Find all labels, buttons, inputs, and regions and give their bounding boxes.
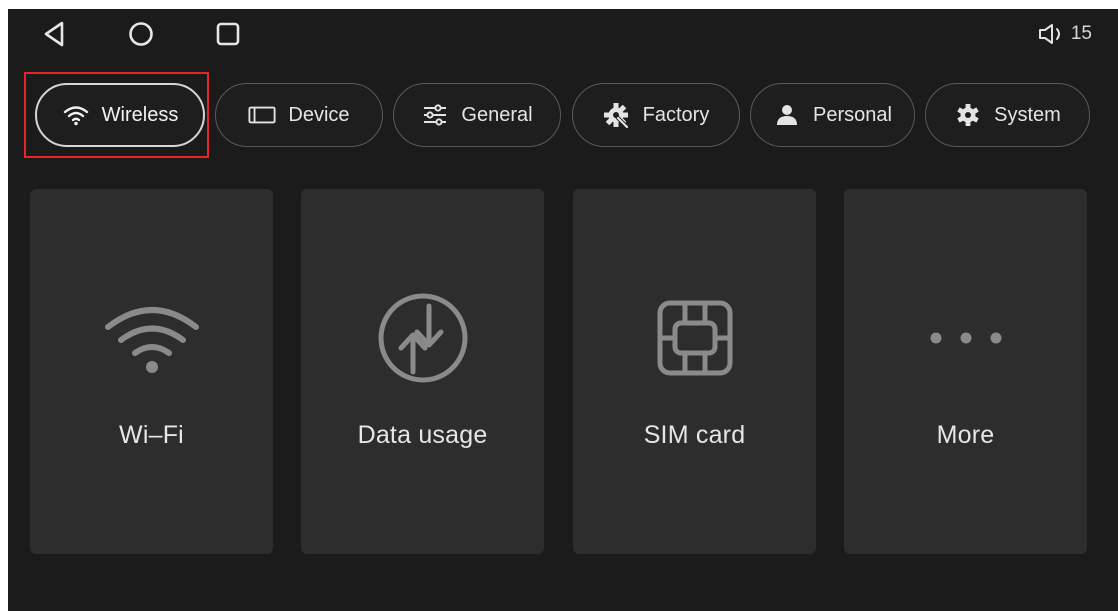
tile-label: More [936,421,995,449]
tab-label: System [994,103,1061,126]
tab-system[interactable]: System [925,83,1090,147]
tab-factory[interactable]: Factory [572,83,740,147]
device-icon [248,101,276,129]
tab-label: Wireless [101,103,179,126]
system-bar: 15 [8,9,1118,59]
recent-apps-button[interactable] [213,19,243,49]
tile-more[interactable]: More [844,189,1087,554]
tile-wifi[interactable]: Wi–Fi [30,189,273,554]
back-button[interactable] [40,19,70,49]
home-button[interactable] [126,19,156,49]
volume-level: 15 [1070,23,1092,44]
factory-icon [603,101,631,129]
tab-label: Personal [813,103,892,126]
tab-label: General [461,103,533,126]
gear-icon [954,101,982,129]
volume-indicator[interactable]: 15 [1037,21,1092,47]
tile-data-usage[interactable]: Data usage [301,189,544,554]
tile-label: SIM card [643,421,746,449]
tab-general[interactable]: General [393,83,561,147]
tab-personal[interactable]: Personal [750,83,915,147]
wifi-icon [30,293,273,383]
tile-label: Data usage [357,421,488,449]
home-circle-icon [129,22,153,46]
tile-label: Wi–Fi [119,421,184,449]
data-usage-icon [301,293,544,383]
sliders-icon [421,101,449,129]
wifi-icon [62,101,90,129]
tab-device[interactable]: Device [215,83,383,147]
back-triangle-icon [44,21,64,47]
settings-screen: 15 Wireless Device General Factory Perso… [8,9,1118,611]
speaker-icon [1038,24,1060,44]
recent-square-icon [216,22,240,46]
sim-card-icon [573,293,816,383]
tab-label: Factory [642,103,710,126]
tab-wireless[interactable]: Wireless [35,83,205,147]
tab-label: Device [288,103,350,126]
tile-sim-card[interactable]: SIM card [573,189,816,554]
more-icon [844,293,1087,383]
person-icon [773,101,801,129]
